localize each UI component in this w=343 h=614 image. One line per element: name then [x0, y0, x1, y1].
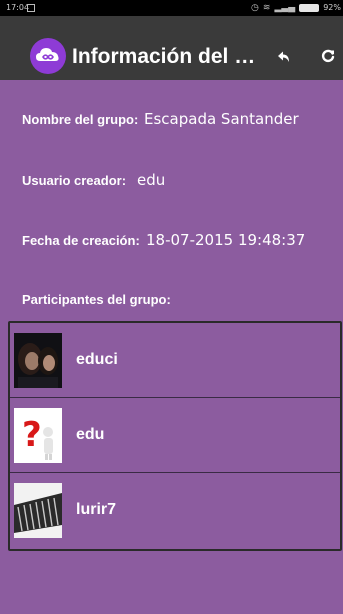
question-mark-avatar: ?: [14, 408, 62, 463]
refresh-button[interactable]: [316, 44, 340, 68]
alarm-icon: ◷: [251, 3, 259, 13]
participant-name: educi: [76, 351, 118, 368]
status-time: 17:04: [6, 3, 30, 12]
participant-row[interactable]: ? edu: [10, 398, 340, 473]
participants-list: educi ? edu lurir7: [8, 321, 342, 551]
creator-value: edu: [137, 171, 166, 189]
svg-text:?: ?: [22, 415, 42, 455]
back-button[interactable]: [272, 46, 294, 68]
participant-row[interactable]: educi: [10, 323, 340, 398]
participant-name: lurir7: [76, 501, 117, 518]
signal-icon: ▂▃▄: [274, 3, 296, 13]
creation-date-label: Fecha de creación:: [22, 233, 140, 248]
participant-row[interactable]: lurir7: [10, 473, 340, 548]
documents-photo-avatar: [14, 483, 62, 538]
page-title: Información del gr...: [72, 45, 258, 68]
creation-date-value: 18-07-2015 19:48:37: [146, 231, 306, 249]
battery-percentage: 92%: [323, 3, 341, 12]
participants-label: Participantes del grupo:: [22, 292, 171, 307]
refresh-icon: [321, 49, 335, 63]
notification-icon: [27, 4, 35, 12]
status-bar: 17:04 ◷ ≋ ▂▃▄ 92%: [0, 0, 343, 16]
wifi-icon: ≋: [262, 3, 271, 13]
status-icons: ◷ ≋ ▂▃▄ 92%: [251, 0, 341, 16]
infinity-cloud-icon[interactable]: [30, 38, 66, 74]
couple-photo-avatar: [14, 333, 62, 388]
battery-icon: [299, 4, 320, 12]
app-bar: Información del gr...: [0, 16, 343, 80]
participant-name: edu: [76, 426, 105, 443]
creator-label: Usuario creador:: [22, 173, 127, 188]
group-name-value: Escapada Santander: [144, 110, 299, 128]
back-arrow-icon: [278, 51, 289, 62]
group-name-label: Nombre del grupo:: [22, 112, 139, 127]
